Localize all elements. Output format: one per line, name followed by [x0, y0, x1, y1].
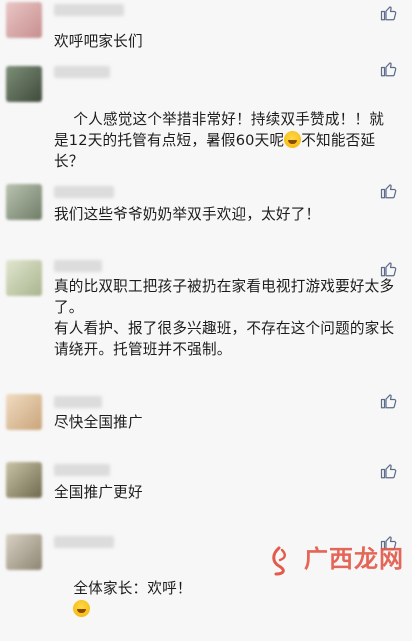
avatar[interactable] [6, 184, 42, 220]
thumbs-up-icon[interactable] [380, 182, 398, 200]
laughing-emoji-icon [284, 131, 302, 148]
comment-item: 欢呼吧家长们 [0, 0, 412, 60]
comment-item: 个人感觉这个举措非常好！持续双手赞成！！就是12天的托管有点短，暑假60天呢 不知… [0, 58, 412, 170]
watermark-logo-icon [272, 546, 286, 576]
watermark: 广西龙网 [304, 545, 404, 573]
thinking-emoji-icon [73, 600, 91, 617]
comment-text: 个人感觉这个举措非常好！持续双手赞成！！就是12天的托管有点短，暑假60天呢 不知… [54, 88, 398, 193]
avatar[interactable] [6, 534, 42, 570]
comment-item: 全国推广更好 [0, 458, 412, 518]
comment-text: 我们这些爷爷奶奶举双手欢迎，太好了！ [54, 206, 321, 223]
comment-item: 我们这些爷爷奶奶举双手欢迎，太好了！ [0, 180, 412, 240]
thumbs-up-icon[interactable] [380, 392, 398, 410]
username[interactable] [54, 396, 102, 408]
comment-text: 欢呼吧家长们 [54, 33, 143, 50]
username[interactable] [54, 260, 102, 272]
comment-text: 尽快全国推广 [54, 414, 143, 431]
avatar[interactable] [6, 462, 42, 498]
comment-text: 全国推广更好 [54, 484, 143, 501]
thumbs-up-icon[interactable] [380, 462, 398, 480]
username[interactable] [54, 66, 110, 78]
comment-item: 真的比双职工把孩子被扔在家看电视打游戏要好太多了。 有人看护、报了很多兴趣班，不… [0, 256, 412, 376]
username[interactable] [54, 536, 114, 548]
thumbs-up-icon[interactable] [380, 4, 398, 22]
username[interactable] [54, 464, 110, 476]
comment-item: 尽快全国推广 [0, 390, 412, 450]
thumbs-up-icon[interactable] [380, 60, 398, 78]
avatar[interactable] [6, 394, 42, 430]
avatar[interactable] [6, 66, 42, 102]
avatar[interactable] [6, 260, 42, 296]
comment-text: 真的比双职工把孩子被扔在家看电视打游戏要好太多了。 有人看护、报了很多兴趣班，不… [54, 278, 395, 358]
comment-text-part: 全体家长：欢呼！ [73, 580, 192, 597]
username[interactable] [54, 4, 124, 16]
avatar[interactable] [6, 2, 42, 38]
username[interactable] [54, 186, 114, 198]
